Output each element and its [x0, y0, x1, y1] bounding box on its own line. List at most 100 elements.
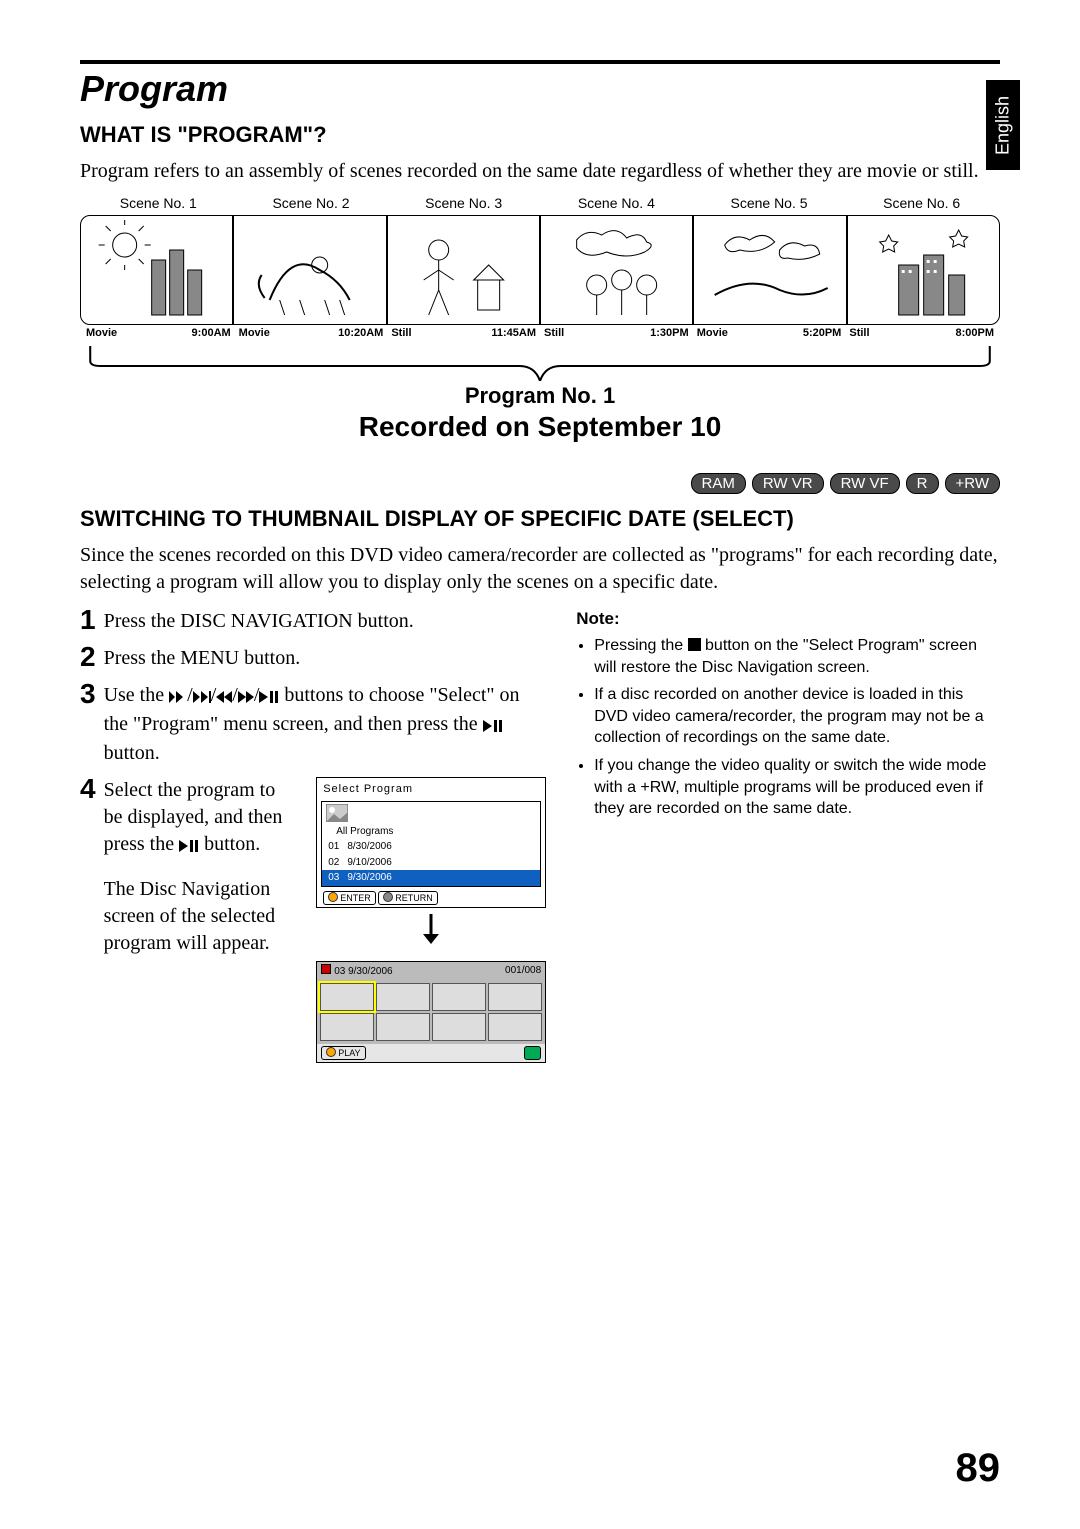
thumb: [488, 983, 542, 1011]
play-chip: PLAY: [321, 1046, 365, 1060]
shot-all-programs: All Programs: [336, 825, 393, 839]
scene-time: 11:45AM: [491, 327, 536, 339]
steps-column: 1 Press the DISC NAVIGATION button. 2 Pr…: [80, 608, 546, 1073]
scene-label: Scene No. 3: [387, 195, 540, 211]
shot-row-num: 03: [328, 871, 339, 885]
shot-title: Select Program: [317, 778, 545, 799]
nav-chip: [524, 1046, 542, 1060]
note-item-3: If you change the video quality or switc…: [594, 755, 1000, 820]
scene-time: 1:30PM: [650, 327, 689, 339]
thumb: [488, 1013, 542, 1041]
section2-intro: Since the scenes recorded on this DVD vi…: [80, 542, 1000, 596]
scene-cell-2: [233, 215, 386, 325]
page-title: Program: [80, 68, 1000, 110]
step3-text-a: Use the: [104, 684, 170, 706]
thumb: [376, 983, 430, 1011]
scene-type: Still: [544, 327, 564, 339]
scene-cell-4: [540, 215, 693, 325]
language-tab: English: [986, 80, 1020, 170]
badge-r: R: [906, 473, 939, 494]
note-item-2: If a disc recorded on another device is …: [594, 684, 1000, 749]
nav-head-right: 001/008: [505, 964, 541, 979]
scene-label: Scene No. 5: [693, 195, 846, 211]
scene-type: Still: [391, 327, 411, 339]
stop-icon: [688, 638, 701, 651]
scene-label: Scene No. 2: [235, 195, 388, 211]
note-title: Note:: [576, 608, 1000, 631]
thumb: [432, 1013, 486, 1041]
scene-label: Scene No. 1: [82, 195, 235, 211]
scene-time: 10:20AM: [338, 327, 383, 339]
thumb: [432, 983, 486, 1011]
section-heading-what-is-program: WHAT IS "PROGRAM"?: [80, 122, 1000, 148]
arrow-down-icon: [316, 908, 546, 961]
play-pause-icon: [259, 684, 279, 711]
thumb: [320, 983, 374, 1011]
badge-rwvf: RW VF: [830, 473, 900, 494]
note-item-1: Pressing the button on the "Select Progr…: [594, 635, 1000, 678]
step-4: 4 Select the program to be displayed, an…: [80, 777, 546, 1063]
sun-city-icon: [85, 220, 228, 320]
return-chip: RETURN: [378, 891, 438, 905]
thumb: [376, 1013, 430, 1041]
scene-type: Movie: [697, 327, 728, 339]
step3-text-c: button.: [104, 742, 160, 764]
shot-row-num: 02: [328, 856, 339, 870]
step-text: Press the MENU button.: [104, 645, 301, 672]
scene-cell-1: [80, 215, 233, 325]
skip-next-icon: [193, 684, 211, 711]
rewind-icon: [216, 684, 232, 711]
scene-cell-3: [387, 215, 540, 325]
forward-icon: [238, 684, 254, 711]
shot-row-num: 01: [328, 840, 339, 854]
scene-cell-6: [847, 215, 1000, 325]
step-1: 1 Press the DISC NAVIGATION button.: [80, 608, 546, 635]
step4-text-c: The Disc Navigation screen of the select…: [104, 876, 293, 957]
screenshots-column: Select Program All Programs 018/30/2006 …: [316, 777, 546, 1063]
recorded-on-caption: Recorded on September 10: [80, 411, 1000, 443]
step4-text-b: button.: [204, 833, 260, 855]
screenshot-disc-navigation: 03 9/30/2006 001/008: [316, 961, 546, 1064]
section-heading-switching: SWITCHING TO THUMBNAIL DISPLAY OF SPECIF…: [80, 506, 1000, 532]
program-number-caption: Program No. 1: [80, 383, 1000, 409]
play-pause-icon: [483, 713, 503, 740]
girl-house-icon: [392, 220, 535, 320]
badge-plusrw: +RW: [945, 473, 1000, 494]
landscape-cloud-icon: [698, 220, 841, 320]
play-pause-icon: [179, 833, 199, 860]
enter-chip: ENTER: [323, 891, 376, 905]
top-rule: [80, 60, 1000, 64]
screenshot-select-program: Select Program All Programs 018/30/2006 …: [316, 777, 546, 908]
scene-time: 8:00PM: [956, 327, 995, 339]
scene-time: 5:20PM: [803, 327, 842, 339]
shot-row-date: 9/10/2006: [347, 856, 392, 870]
step-number: 3: [80, 680, 96, 708]
scene-label: Scene No. 6: [845, 195, 998, 211]
scene-type: Movie: [239, 327, 270, 339]
scene-type: Still: [849, 327, 869, 339]
shot-row-date: 8/30/2006: [347, 840, 392, 854]
note-column: Note: Pressing the button on the "Select…: [576, 608, 1000, 1073]
step-number: 2: [80, 643, 96, 671]
thumb-icon: [326, 804, 348, 822]
dog-icon: [238, 220, 381, 320]
night-city-icon: [852, 220, 995, 320]
page-number: 89: [956, 1446, 1001, 1491]
scene-time: 9:00AM: [192, 327, 231, 339]
badge-rwvr: RW VR: [752, 473, 824, 494]
nav-head-left: 03 9/30/2006: [334, 966, 392, 977]
bracket-icon: [80, 341, 1000, 381]
scene-type: Movie: [86, 327, 117, 339]
step-3: 3 Use the //// buttons to choose "Select…: [80, 682, 546, 767]
shot-row-date: 9/30/2006: [347, 871, 392, 885]
format-badges: RAM RW VR RW VF R +RW: [80, 473, 1000, 494]
step-text: Press the DISC NAVIGATION button.: [104, 608, 414, 635]
step-2: 2 Press the MENU button.: [80, 645, 546, 672]
section1-body: Program refers to an assembly of scenes …: [80, 158, 1000, 185]
skip-prev-icon: [169, 684, 187, 711]
scene-label: Scene No. 4: [540, 195, 693, 211]
scene-cell-5: [693, 215, 846, 325]
badge-ram: RAM: [691, 473, 746, 494]
thumb: [320, 1013, 374, 1041]
step-number: 4: [80, 775, 96, 803]
